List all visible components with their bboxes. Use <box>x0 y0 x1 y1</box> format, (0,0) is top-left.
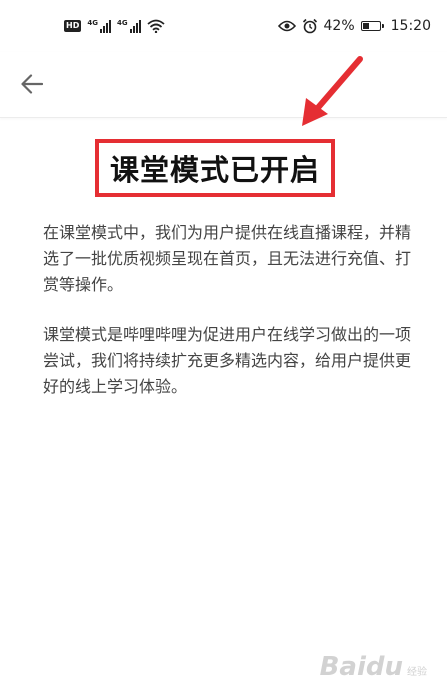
watermark: Baidu 经验 <box>320 652 427 682</box>
arrow-left-icon <box>21 74 43 94</box>
signal-label: 4G <box>87 18 98 27</box>
watermark-sub: 经验 <box>407 667 427 678</box>
status-bar: HD 4G 4G 42% 15:20 <box>0 0 447 52</box>
alarm-icon <box>302 18 317 34</box>
page-title: 课堂模式已开启 <box>109 153 320 187</box>
signal-icon: 4G <box>87 18 111 33</box>
hd-badge: HD <box>64 20 82 32</box>
battery-percent: 42% <box>323 18 355 34</box>
description-paragraph: 在课堂模式中，我们为用户提供在线直播课程，并精选了一批优质视频呈现在首页，且无法… <box>43 223 412 294</box>
description-paragraph: 课堂模式是哔哩哔哩为促进用户在线学习做出的一项尝试，我们将持续扩充更多精选内容，… <box>43 325 412 396</box>
network-indicators: HD 4G 4G <box>64 17 165 35</box>
battery-level <box>362 23 369 29</box>
wifi-icon <box>147 19 165 33</box>
watermark-text: Baidu <box>319 652 403 682</box>
signal-icon: 4G <box>116 18 141 33</box>
annotation-arrow <box>302 56 363 126</box>
eye-icon <box>277 20 296 32</box>
status-right: 42% 15:20 <box>277 14 431 38</box>
clock: 15:20 <box>390 18 431 34</box>
title-highlight-box: 课堂模式已开启 <box>95 139 335 197</box>
battery-icon <box>360 21 384 31</box>
back-button[interactable] <box>14 66 50 102</box>
nav-bar <box>0 52 447 118</box>
signal-label: 4G <box>116 18 128 27</box>
